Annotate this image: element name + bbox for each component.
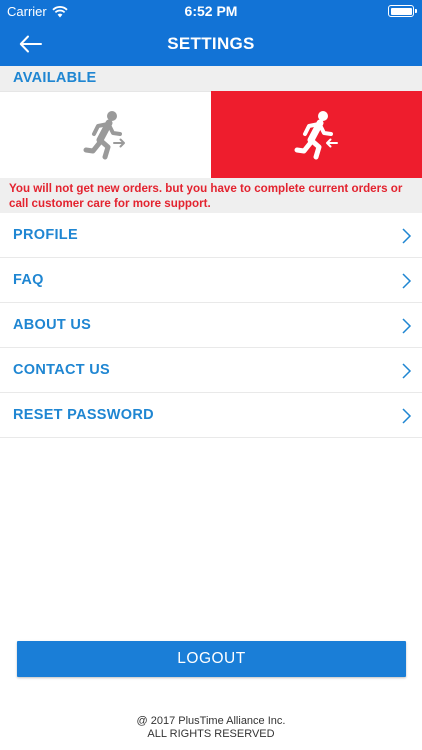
availability-message: You will not get new orders. but you hav… [0, 178, 422, 213]
logout-button[interactable]: LOGOUT [17, 641, 406, 677]
page-title: SETTINGS [167, 34, 255, 53]
menu-item-label: CONTACT US [13, 362, 110, 378]
chevron-right-icon [402, 273, 412, 289]
footer: @ 2017 PlusTime Alliance Inc. ALL RIGHTS… [0, 715, 422, 741]
menu-item-label: PROFILE [13, 227, 78, 243]
menu-item-label: RESET PASSWORD [13, 407, 154, 423]
menu-item-label: ABOUT US [13, 317, 92, 333]
availability-toggle [0, 91, 422, 178]
menu-item-contact-us[interactable]: CONTACT US [0, 348, 422, 393]
rights-text: ALL RIGHTS RESERVED [147, 728, 275, 740]
menu-item-label: FAQ [13, 272, 44, 288]
unavailable-option[interactable] [211, 91, 422, 178]
menu-item-about-us[interactable]: ABOUT US [0, 303, 422, 348]
chevron-right-icon [402, 408, 412, 424]
menu-item-profile[interactable]: PROFILE [0, 213, 422, 258]
arrow-left-icon [19, 35, 42, 53]
navigation-bar: SETTINGS [0, 22, 422, 66]
menu-item-faq[interactable]: FAQ [0, 258, 422, 303]
status-bar: Carrier 6:52 PM [0, 0, 422, 22]
back-button[interactable] [16, 30, 46, 58]
chevron-right-icon [402, 228, 412, 244]
chevron-right-icon [402, 363, 412, 379]
available-option[interactable] [0, 91, 211, 178]
clock: 6:52 PM [184, 3, 238, 19]
top-bar: Carrier 6:52 PM SETTINGS [0, 0, 422, 66]
availability-label: AVAILABLE [0, 66, 422, 91]
running-man-icon [294, 110, 338, 159]
battery-icon [388, 5, 417, 17]
chevron-right-icon [402, 318, 412, 334]
copyright-text: @ 2017 PlusTime Alliance Inc. [136, 715, 286, 727]
settings-menu: PROFILE FAQ ABOUT US CONTACT US RESET PA… [0, 213, 422, 438]
menu-item-reset-password[interactable]: RESET PASSWORD [0, 393, 422, 438]
running-man-icon [83, 111, 125, 160]
